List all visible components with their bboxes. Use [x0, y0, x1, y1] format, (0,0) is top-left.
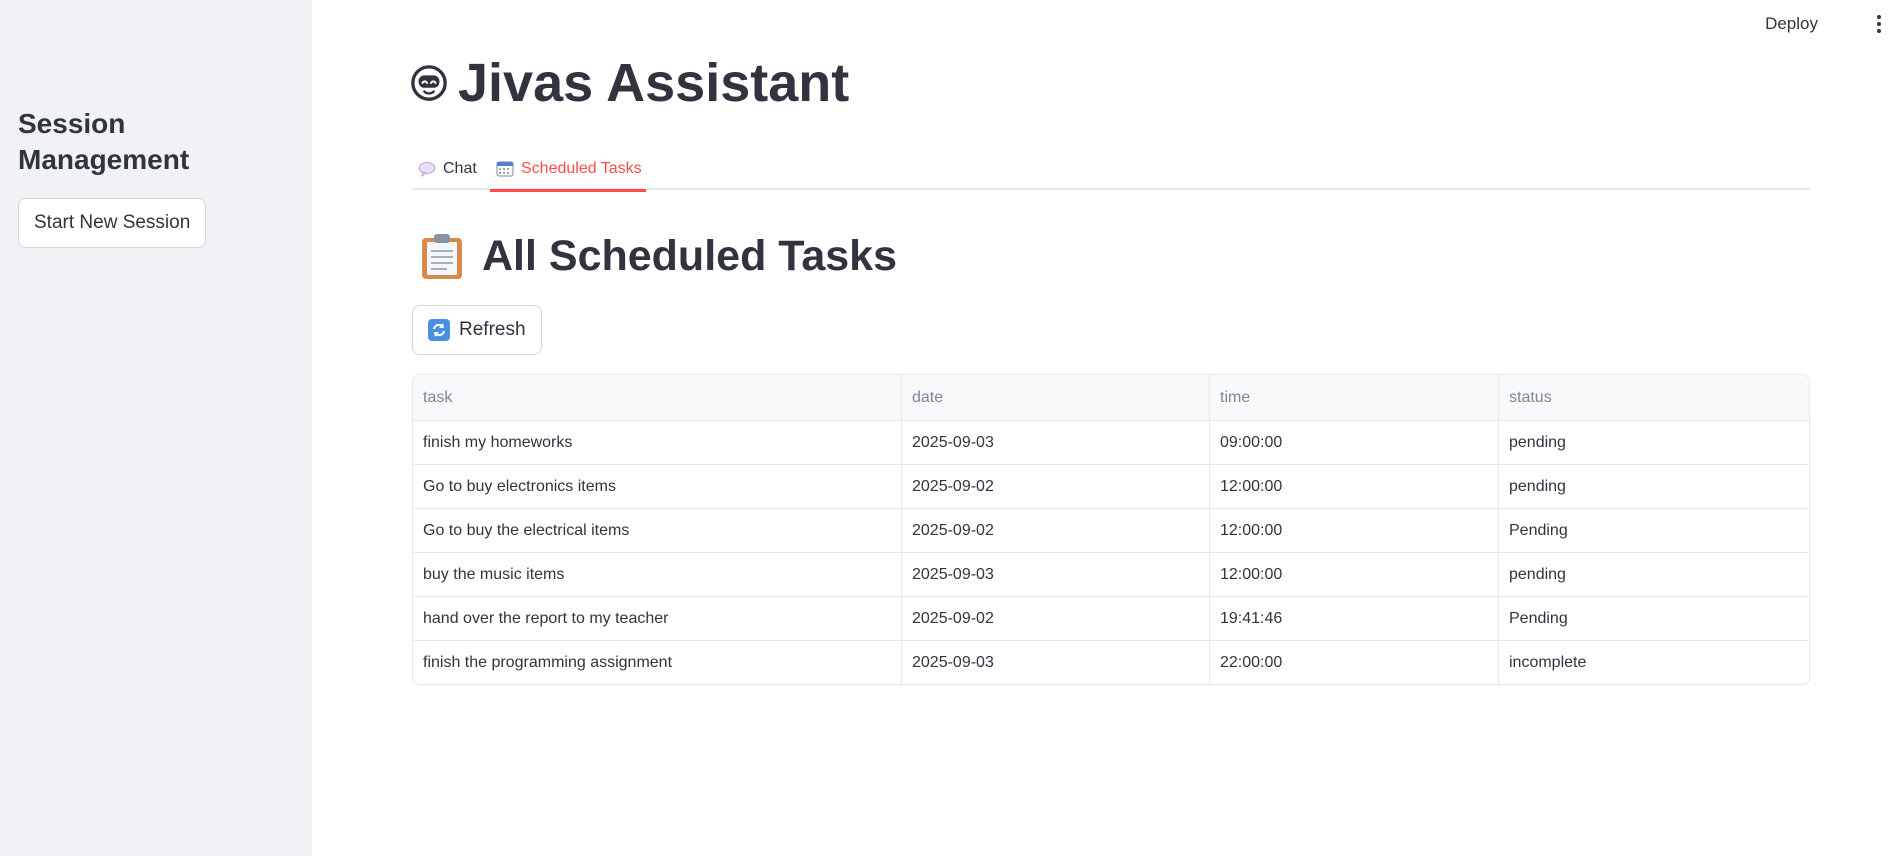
table-cell-date[interactable]: 2025-09-03 — [901, 641, 1209, 684]
table-cell-time[interactable]: 12:00:00 — [1209, 553, 1498, 596]
sidebar: Session Management Start New Session — [0, 0, 312, 856]
table-cell-date[interactable]: 2025-09-03 — [901, 553, 1209, 596]
table-cell-status[interactable]: pending — [1498, 421, 1809, 464]
start-new-session-button[interactable]: Start New Session — [18, 198, 207, 248]
deploy-button[interactable]: Deploy — [1765, 12, 1818, 36]
table-cell-time[interactable]: 12:00:00 — [1209, 465, 1498, 508]
app-title: Jivas Assistant — [458, 53, 850, 113]
table-cell-task[interactable]: Go to buy the electrical items — [413, 509, 901, 552]
scheduled-tasks-table[interactable]: task date time status finish my homework… — [412, 374, 1810, 685]
column-header-status[interactable]: status — [1498, 375, 1809, 420]
tab-chat[interactable]: Chat — [416, 148, 479, 190]
table-cell-status[interactable]: Pending — [1498, 597, 1809, 640]
tab-scheduled-tasks-label: Scheduled Tasks — [521, 160, 642, 177]
column-header-date[interactable]: date — [901, 375, 1209, 420]
table-cell-time[interactable]: 09:00:00 — [1209, 421, 1498, 464]
table-cell-task[interactable]: finish the programming assignment — [413, 641, 901, 684]
table-cell-status[interactable]: pending — [1498, 553, 1809, 596]
column-header-task[interactable]: task — [413, 375, 901, 420]
table-cell-task[interactable]: Go to buy electronics items — [413, 465, 901, 508]
section-title: All Scheduled Tasks — [420, 228, 897, 284]
table-row[interactable]: hand over the report to my teacher 2025-0… — [413, 596, 1809, 640]
refresh-arrows-icon — [428, 319, 450, 341]
clipboard-icon — [422, 234, 462, 279]
smiling-robot-face-icon — [411, 65, 447, 101]
speech-bubble-icon — [418, 162, 436, 177]
table-cell-date[interactable]: 2025-09-03 — [901, 421, 1209, 464]
table-cell-status[interactable]: Pending — [1498, 509, 1809, 552]
table-cell-task[interactable]: finish my homeworks — [413, 421, 901, 464]
page-title: Jivas Assistant — [410, 50, 849, 116]
table-row[interactable]: Go to buy electronics items 2025-09-02 12:… — [413, 464, 1809, 508]
table-cell-task[interactable]: hand over the report to my teacher — [413, 597, 901, 640]
table-row[interactable]: buy the music items 2025-09-03 12:00:00 pen… — [413, 552, 1809, 596]
table-cell-time[interactable]: 22:00:00 — [1209, 641, 1498, 684]
table-row[interactable]: Go to buy the electrical items 2025-09-02… — [413, 508, 1809, 552]
table-cell-date[interactable]: 2025-09-02 — [901, 465, 1209, 508]
sidebar-title: Session Management — [18, 108, 190, 175]
table-cell-date[interactable]: 2025-09-02 — [901, 509, 1209, 552]
table-cell-status[interactable]: incomplete — [1498, 641, 1809, 684]
table-cell-time[interactable]: 12:00:00 — [1209, 509, 1498, 552]
tab-chat-label: Chat — [443, 160, 477, 177]
refresh-label: Refresh — [459, 319, 526, 340]
table-row[interactable]: finish my homeworks 2025-09-03 09:00:00 pen… — [413, 420, 1809, 464]
table-header-row: task date time status — [413, 375, 1809, 420]
calendar-icon — [496, 161, 514, 177]
table-cell-date[interactable]: 2025-09-02 — [901, 597, 1209, 640]
tab-scheduled-tasks[interactable]: Scheduled Tasks — [490, 148, 646, 192]
tab-bar: Chat Scheduled Tasks — [412, 148, 1810, 192]
table-cell-time[interactable]: 19:41:46 — [1209, 597, 1498, 640]
refresh-button[interactable]: Refresh — [412, 305, 542, 355]
column-header-time[interactable]: time — [1209, 375, 1498, 420]
table-cell-status[interactable]: pending — [1498, 465, 1809, 508]
scheduled-tasks-heading: All Scheduled Tasks — [482, 231, 898, 280]
table-row[interactable]: finish the programming assignment 2025-09… — [413, 640, 1809, 684]
more-options-icon[interactable] — [1872, 11, 1886, 37]
table-cell-task[interactable]: buy the music items — [413, 553, 901, 596]
